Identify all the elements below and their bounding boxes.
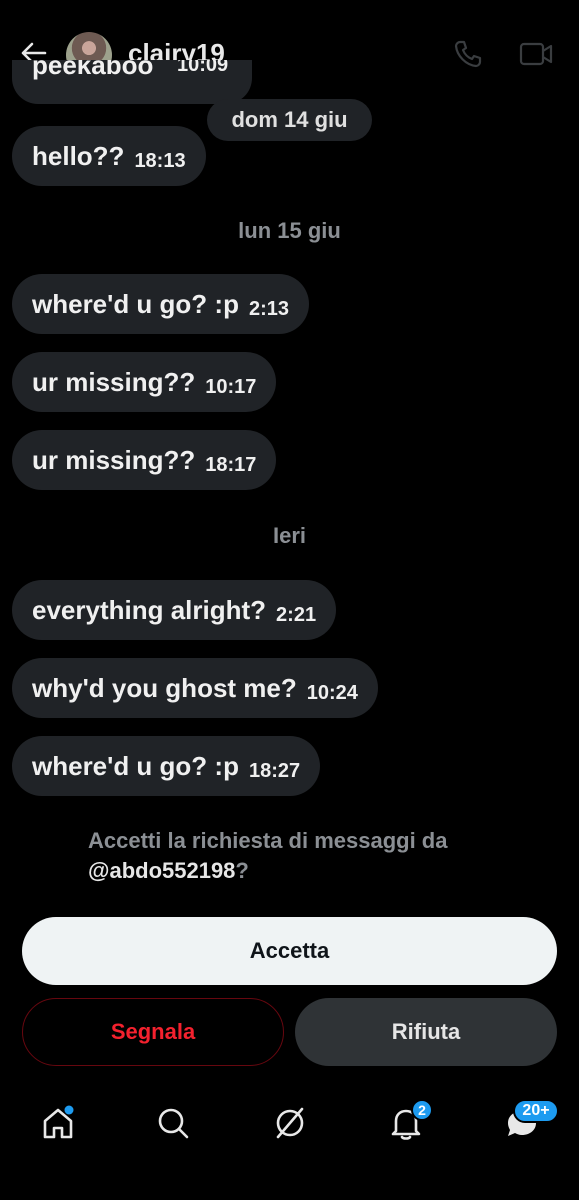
message-time: 18:27: [248, 759, 301, 782]
date-separator: lun 15 giu: [238, 218, 341, 243]
message-time: 2:21: [276, 603, 317, 626]
message-bubble[interactable]: where'd u go? :p 2:13: [12, 274, 309, 334]
message-bubble-clipped[interactable]: peekaboo 10:09: [12, 60, 252, 104]
message-text: where'd u go? :p: [32, 750, 239, 781]
request-prompt-text: Accetti la richiesta di messaggi da: [88, 828, 448, 853]
message-bubble[interactable]: everything alright? 2:21: [12, 580, 337, 640]
date-pill: dom 14 giu: [207, 99, 372, 141]
message-text: where'd u go? :p: [32, 288, 239, 319]
message-time: 18:17: [205, 453, 257, 476]
search-icon[interactable]: [153, 1103, 193, 1143]
accept-button[interactable]: Accetta: [22, 917, 557, 985]
message-time: 18:13: [134, 149, 186, 172]
message-time: 10:09: [177, 60, 229, 76]
message-text: peekaboo: [32, 60, 154, 80]
message-bubble[interactable]: why'd you ghost me? 10:24: [12, 658, 378, 718]
notifications-badge: 2: [411, 1099, 433, 1121]
request-suffix: ?: [235, 858, 249, 883]
decline-button[interactable]: Rifiuta: [295, 998, 557, 1066]
messages-badge: 20+: [513, 1099, 559, 1123]
message-text: ur missing??: [32, 444, 196, 475]
request-handle[interactable]: @abdo552198: [88, 858, 235, 883]
message-text: everything alright?: [32, 594, 267, 625]
grok-icon[interactable]: [270, 1103, 310, 1143]
bottom-nav: 2 20+: [0, 1085, 579, 1200]
report-button[interactable]: Segnala: [22, 998, 284, 1066]
message-time: 10:17: [205, 375, 257, 398]
message-text: hello??: [32, 140, 125, 171]
message-bubble[interactable]: ur missing?? 18:17: [12, 430, 277, 490]
message-text: ur missing??: [32, 366, 196, 397]
date-separator: Ieri: [272, 523, 307, 548]
message-bubble[interactable]: ur missing?? 10:17: [12, 352, 277, 412]
message-bubble[interactable]: where'd u go? :p 18:27: [12, 736, 321, 796]
message-time: 10:24: [306, 681, 358, 704]
message-request-prompt: Accetti la richiesta di messaggi da @abd…: [88, 826, 528, 886]
message-text: why'd you ghost me?: [32, 672, 297, 703]
video-call-icon[interactable]: [518, 38, 554, 70]
message-time: 2:13: [248, 297, 289, 320]
home-icon[interactable]: [38, 1103, 78, 1143]
message-bubble[interactable]: hello?? 18:13: [12, 126, 206, 186]
phone-icon[interactable]: [452, 38, 484, 70]
